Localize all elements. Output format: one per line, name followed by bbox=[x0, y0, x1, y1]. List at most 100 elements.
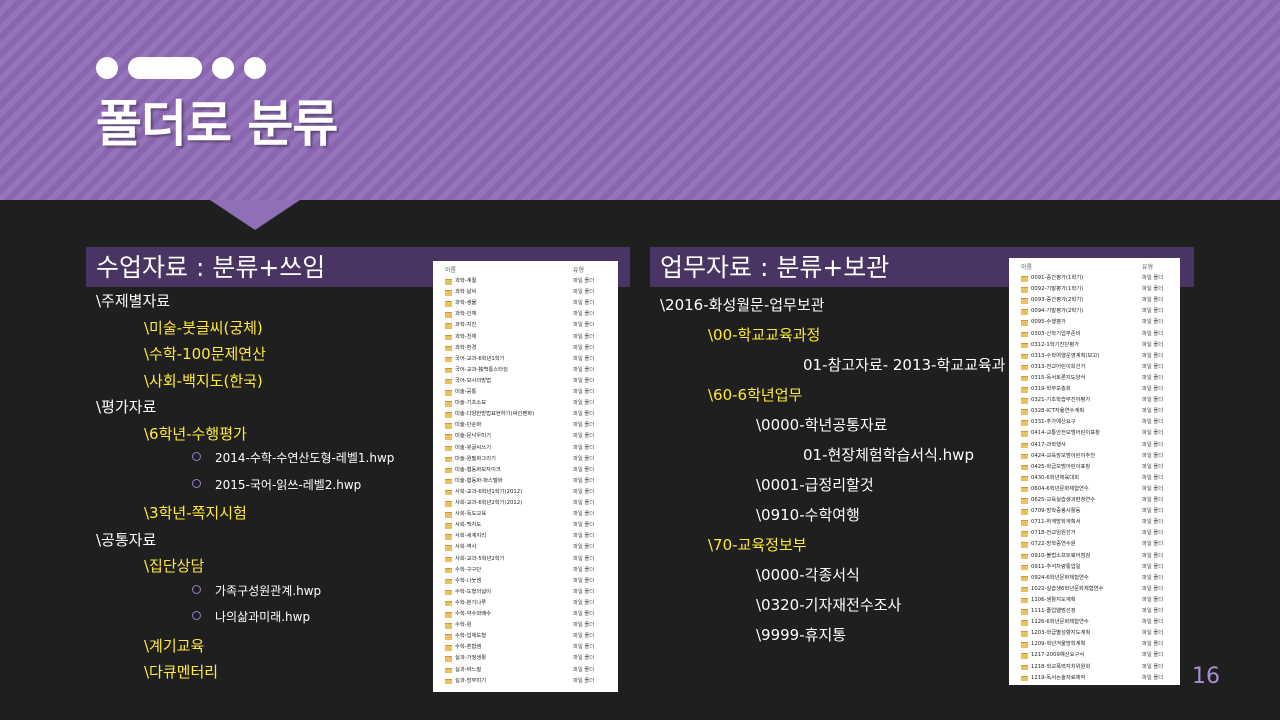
explorer-folder-row[interactable]: 과학-천체 파일 폴더 bbox=[433, 333, 618, 342]
folder-name: 1022-실습생6학년문화체험연수 bbox=[1031, 585, 1104, 592]
tree-item-label: \집단상담 bbox=[144, 557, 205, 575]
folder-type: 파일 폴더 bbox=[1142, 275, 1164, 281]
explorer-folder-row[interactable]: 0091-중간평가(1학기) 파일 폴더 bbox=[1009, 274, 1180, 283]
explorer-folder-row[interactable]: 국어-교과-6학년1학기 파일 폴더 bbox=[433, 355, 618, 364]
explorer-folder-row[interactable]: 사회-세계지리 파일 폴더 bbox=[433, 532, 618, 541]
explorer-folder-row[interactable]: 과학-계절 파일 폴더 bbox=[433, 277, 618, 286]
explorer-folder-row[interactable]: 0095-수행평가 파일 폴더 bbox=[1009, 318, 1180, 327]
explorer-folder-row[interactable]: 0709-방학중봉사활동 파일 폴더 bbox=[1009, 507, 1180, 516]
explorer-folder-row[interactable]: 미술-공통 파일 폴더 bbox=[433, 388, 618, 397]
explorer-folder-row[interactable]: 실과-바느질 파일 폴더 bbox=[433, 666, 618, 675]
folder-type: 파일 폴더 bbox=[573, 644, 595, 651]
explorer-folder-row[interactable]: 0924-6학년문화체험연수 파일 폴더 bbox=[1009, 574, 1180, 583]
folder-name: 사회-교과-6학년2학기(2012) bbox=[455, 500, 523, 506]
explorer-folder-row[interactable]: 1022-실습생6학년문화체험연수 파일 폴더 bbox=[1009, 585, 1180, 594]
explorer-folder-row[interactable]: 과학-인체 파일 폴더 bbox=[433, 310, 618, 319]
explorer-folder-row[interactable]: 미술-다양한방법표현하기(싸인펜화) 파일 폴더 bbox=[433, 410, 618, 419]
column-name-header[interactable]: 이름 bbox=[1021, 262, 1032, 271]
explorer-folder-row[interactable]: 사회-교과-6학년2학기(2012) 파일 폴더 bbox=[433, 499, 618, 508]
folder-type: 파일 폴더 bbox=[573, 455, 595, 462]
folder-icon bbox=[1021, 564, 1028, 571]
explorer-folder-row[interactable]: 1217-2009예산요구서 파일 폴더 bbox=[1009, 651, 1180, 660]
explorer-folder-row[interactable]: 0319-학부모총회 파일 폴더 bbox=[1009, 385, 1180, 394]
explorer-folder-row[interactable]: 수학-혼합셈 파일 폴더 bbox=[433, 643, 618, 652]
explorer-folder-row[interactable]: 미술-협동화-파스텔화 파일 폴더 bbox=[433, 477, 618, 486]
explorer-folder-row[interactable]: 국어-교과-独백통스타킹 파일 폴더 bbox=[433, 366, 618, 375]
folder-icon bbox=[445, 390, 452, 396]
tree-item-label: \70-교육정보부 bbox=[708, 536, 807, 554]
explorer-folder-row[interactable]: 실과-가정생활 파일 폴더 bbox=[433, 654, 618, 663]
explorer-folder-row[interactable]: 국어-모사의방법 파일 폴더 bbox=[433, 377, 618, 386]
explorer-folder-row[interactable]: 1218-학교폭력자치위원회 파일 폴더 bbox=[1009, 663, 1180, 672]
explorer-folder-row[interactable]: 미술-문낙우미기 파일 폴더 bbox=[433, 432, 618, 441]
explorer-folder-row[interactable]: 0328-ICT자율연수계획 파일 폴더 bbox=[1009, 407, 1180, 416]
explorer-folder-row[interactable]: 0424-교육장모범어린이추천 파일 폴더 bbox=[1009, 452, 1180, 461]
explorer-folder-row[interactable]: 수학-도형의넓이 파일 폴더 bbox=[433, 588, 618, 597]
folder-icon bbox=[1021, 298, 1028, 304]
explorer-folder-row[interactable]: 1219-독서논술자료제작 파일 폴더 bbox=[1009, 674, 1180, 683]
explorer-folder-row[interactable]: 0315-독서토론지도양식 파일 폴더 bbox=[1009, 374, 1180, 383]
explorer-folder-row[interactable]: 0417-과학행사 파일 폴더 bbox=[1009, 441, 1180, 450]
explorer-folder-row[interactable]: 0312-1학기진단평가 파일 폴더 bbox=[1009, 341, 1180, 350]
folder-type: 파일 폴더 bbox=[573, 377, 595, 384]
explorer-folder-row[interactable]: 과학-생물 파일 폴더 bbox=[433, 299, 618, 308]
explorer-folder-row[interactable]: 1209-학년겨울방학계획 파일 폴더 bbox=[1009, 640, 1180, 649]
explorer-folder-row[interactable]: 1111-졸업앨범선정 파일 폴더 bbox=[1009, 607, 1180, 616]
column-type-header[interactable]: 유형 bbox=[573, 265, 584, 274]
explorer-folder-row[interactable]: 사회-역사 파일 폴더 bbox=[433, 543, 618, 552]
folder-icon bbox=[445, 645, 452, 651]
folder-type: 파일 폴더 bbox=[1142, 652, 1164, 659]
explorer-folder-row[interactable]: 0094-기말평가(2학기) 파일 폴더 bbox=[1009, 307, 1180, 316]
tree-item-label: \00-학교교육과정 bbox=[708, 326, 821, 344]
explorer-folder-row[interactable]: 0425-학급모범어린이표창 파일 폴더 bbox=[1009, 463, 1180, 472]
explorer-folder-row[interactable]: 0718-전교임원선거 파일 폴더 bbox=[1009, 529, 1180, 538]
folder-type: 파일 폴더 bbox=[573, 488, 595, 495]
folder-name: 미술-원필화그리기 bbox=[455, 455, 496, 462]
explorer-folder-row[interactable]: 수학-분기나루 파일 폴더 bbox=[433, 599, 618, 608]
explorer-folder-row[interactable]: 미술-원필화그리기 파일 폴더 bbox=[433, 455, 618, 464]
tree-item: \계기교육 bbox=[144, 635, 204, 656]
column-name-header[interactable]: 이름 bbox=[445, 265, 456, 274]
explorer-folder-row[interactable]: 0722-방학중연수원 파일 폴더 bbox=[1009, 540, 1180, 549]
folder-icon bbox=[1021, 387, 1028, 393]
explorer-folder-row[interactable]: 1203-학급별성향지도계획 파일 폴더 bbox=[1009, 629, 1180, 638]
explorer-folder-row[interactable]: 0313-수학여행운영계획(보고) 파일 폴더 bbox=[1009, 352, 1180, 361]
column-type-header[interactable]: 유형 bbox=[1142, 262, 1153, 271]
explorer-folder-row[interactable]: 1106-생활지도계획 파일 폴더 bbox=[1009, 596, 1180, 605]
explorer-folder-row[interactable]: 미술-단순화 파일 폴더 bbox=[433, 421, 618, 430]
explorer-folder-row[interactable]: 수학-원 파일 폴더 bbox=[433, 621, 618, 630]
explorer-folder-row[interactable]: 0711-하계방학계획서 파일 폴더 bbox=[1009, 518, 1180, 527]
explorer-folder-row[interactable]: 수학-구구단 파일 폴더 bbox=[433, 566, 618, 575]
explorer-folder-row[interactable]: 실과-방무미기 파일 폴더 bbox=[433, 677, 618, 686]
explorer-folder-row[interactable]: 0321-기초학습부진아평가 파일 폴더 bbox=[1009, 396, 1180, 405]
explorer-folder-row[interactable]: 사회-독도교육 파일 폴더 bbox=[433, 510, 618, 519]
explorer-folder-row[interactable]: 0414-교통안전모범어린이표창 파일 폴더 bbox=[1009, 429, 1180, 438]
explorer-folder-row[interactable]: 사회-교과-5학년2학기 파일 폴더 bbox=[433, 555, 618, 564]
explorer-folder-row[interactable]: 수학-입체도형 파일 폴더 bbox=[433, 632, 618, 641]
explorer-folder-row[interactable]: 과학-환경 파일 폴더 bbox=[433, 344, 618, 353]
explorer-folder-row[interactable]: 사회-백지도 파일 폴더 bbox=[433, 521, 618, 530]
explorer-folder-row[interactable]: 사회-교과-6학년1학기(2012) 파일 폴더 bbox=[433, 488, 618, 497]
explorer-folder-row[interactable]: 미술-협동화모자이크 파일 폴더 bbox=[433, 466, 618, 475]
explorer-folder-row[interactable]: 과학-날씨 파일 폴더 bbox=[433, 288, 618, 297]
explorer-folder-row[interactable]: 0625-교육실습생과련정연수 파일 폴더 bbox=[1009, 496, 1180, 505]
explorer-folder-row[interactable]: 0092-기말평가(1학기) 파일 폴더 bbox=[1009, 285, 1180, 294]
tree-item-label: \0000-각종서식 bbox=[756, 566, 860, 584]
explorer-folder-row[interactable]: 수학-나눗셈 파일 폴더 bbox=[433, 577, 618, 586]
explorer-folder-row[interactable]: 0430-6학년체육대회 파일 폴더 bbox=[1009, 474, 1180, 483]
explorer-folder-row[interactable]: 0910-불법소프트웨어점검 파일 폴더 bbox=[1009, 552, 1180, 561]
explorer-folder-row[interactable]: 미술-기초소묘 파일 폴더 bbox=[433, 399, 618, 408]
explorer-folder-row[interactable]: 0093-중간평가(2학기) 파일 폴더 bbox=[1009, 296, 1180, 305]
explorer-folder-row[interactable]: 0303-신학기업무준비 파일 폴더 bbox=[1009, 330, 1180, 339]
folder-icon bbox=[1021, 431, 1028, 437]
explorer-folder-row[interactable]: 0313-전교어린이회선거 파일 폴더 bbox=[1009, 363, 1180, 372]
explorer-folder-row[interactable]: 과학-지진 파일 폴더 bbox=[433, 321, 618, 330]
explorer-folder-row[interactable]: 0331-추가예산요구 파일 폴더 bbox=[1009, 418, 1180, 427]
folder-icon bbox=[1021, 331, 1028, 337]
explorer-folder-row[interactable]: 수학-약수와배수 파일 폴더 bbox=[433, 610, 618, 619]
explorer-folder-row[interactable]: 미술-붓글씨쓰기 파일 폴더 bbox=[433, 444, 618, 453]
explorer-folder-row[interactable]: 1126-6학년문화체험연수 파일 폴더 bbox=[1009, 618, 1180, 627]
explorer-folder-row[interactable]: 0911-추석차량통업일 파일 폴더 bbox=[1009, 563, 1180, 572]
tree-item: \0910-수학여행 bbox=[756, 504, 860, 525]
explorer-folder-row[interactable]: 0604-6학년문화체험연수 파일 폴더 bbox=[1009, 485, 1180, 494]
